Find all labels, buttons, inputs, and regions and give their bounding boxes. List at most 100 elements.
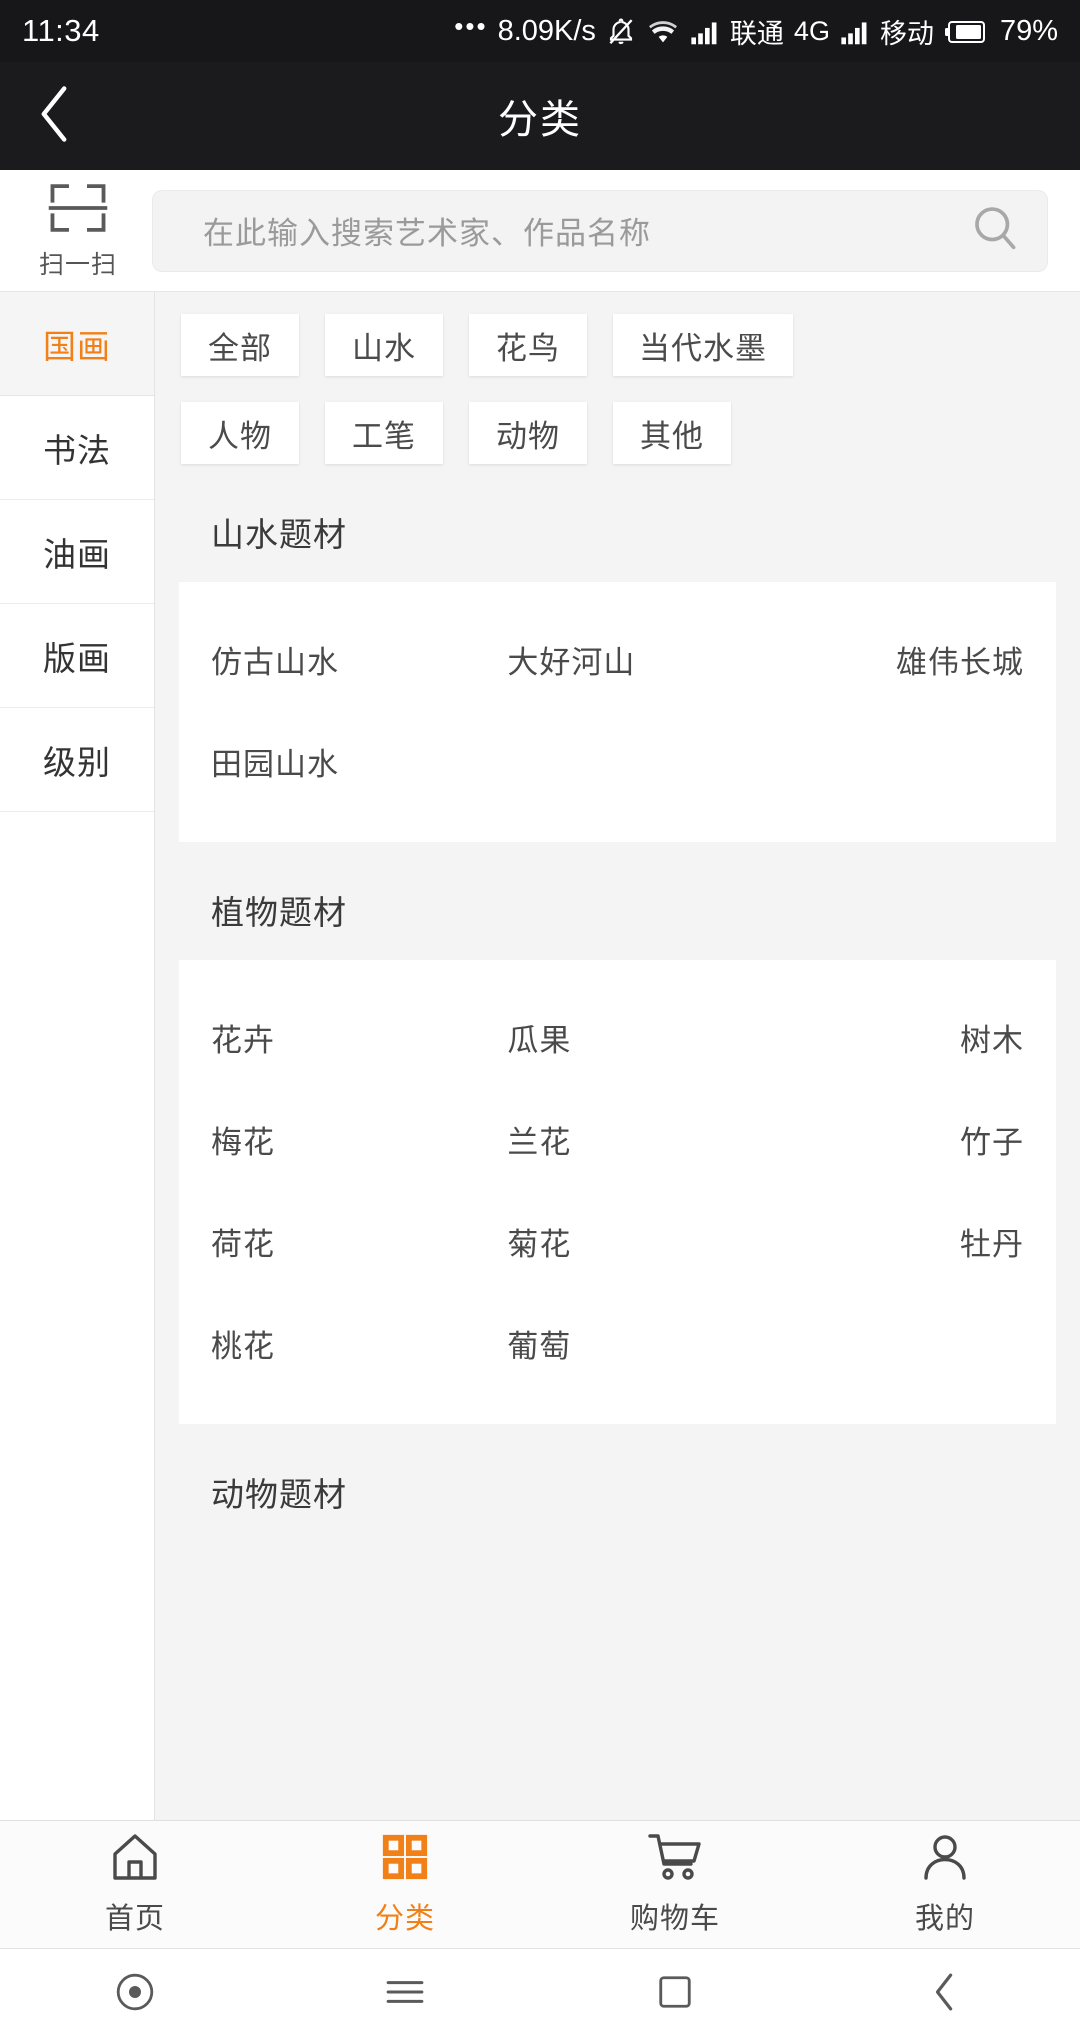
tab-label: 我的: [914, 1903, 975, 1935]
subcategory-item[interactable]: 雄伟长城: [764, 608, 1056, 710]
back-button-nav[interactable]: [810, 1971, 1080, 2018]
back-button[interactable]: [0, 62, 108, 170]
chip-label: 动物: [496, 418, 560, 454]
subcategory-item[interactable]: 兰花: [471, 1088, 763, 1190]
subcategory-item[interactable]: 梅花: [179, 1088, 471, 1190]
grid-icon: [379, 1832, 431, 1887]
section-title-shanshui: 山水题材: [211, 516, 347, 553]
search-placeholder: 在此输入搜索艺术家、作品名称: [203, 216, 651, 251]
filter-chip-dangdaishuimo[interactable]: 当代水墨: [613, 314, 793, 376]
filter-chip-row-1: 全部 山水 花鸟 当代水墨: [155, 292, 1080, 376]
search-row: 扫一扫 在此输入搜索艺术家、作品名称: [0, 170, 1080, 291]
carrier-2-label: 移动: [879, 18, 934, 49]
sidebar-item-guohua[interactable]: 国画: [0, 292, 154, 396]
back-chevron-icon: [930, 1971, 960, 2018]
subcategory-item[interactable]: 花卉: [179, 986, 471, 1088]
status-time: 11:34: [22, 13, 100, 48]
tab-label: 分类: [374, 1903, 435, 1935]
filter-chip-huaniao[interactable]: 花鸟: [469, 314, 587, 376]
cart-icon: [647, 1832, 703, 1887]
android-nav-bar: [0, 1948, 1080, 2040]
magnifier-icon[interactable]: [969, 202, 1021, 259]
sidebar-item-label: 版画: [43, 639, 111, 677]
section-title-zhiwu: 植物题材: [211, 894, 347, 931]
sidebar-item-label: 级别: [43, 743, 111, 781]
category-sidebar: 国画 书法 油画 版画 级别: [0, 292, 155, 1820]
bottom-tab-bar: 首页 分类 购物车 我的: [0, 1820, 1080, 1948]
subcategory-item[interactable]: 葡萄: [471, 1292, 763, 1394]
filter-chip-quanbu[interactable]: 全部: [181, 314, 299, 376]
tab-category[interactable]: 分类: [270, 1821, 540, 1948]
body: 国画 书法 油画 版画 级别 全部 山水 花鸟 当代水墨 人物 工笔 动物 其他…: [0, 291, 1080, 1820]
subcategory-item[interactable]: 牡丹: [764, 1190, 1056, 1292]
signal-bars-icon-1: [690, 14, 720, 48]
chip-label: 当代水墨: [639, 330, 767, 366]
tab-cart[interactable]: 购物车: [540, 1821, 810, 1948]
filter-chip-gongbi[interactable]: 工笔: [325, 402, 443, 464]
chip-label: 全部: [208, 330, 272, 366]
subcategory-item[interactable]: 竹子: [764, 1088, 1056, 1190]
tab-label: 首页: [104, 1903, 165, 1935]
tab-home[interactable]: 首页: [0, 1821, 270, 1948]
signal-bars-icon-2: [840, 14, 870, 48]
subcategory-item[interactable]: 树木: [764, 986, 1056, 1088]
page-title: 分类: [498, 98, 582, 142]
chip-label: 人物: [208, 418, 272, 454]
network-type-label: 4G: [793, 15, 830, 46]
home-icon: [109, 1832, 161, 1887]
tab-profile[interactable]: 我的: [810, 1821, 1080, 1948]
subcategory-item[interactable]: 大好河山: [471, 608, 763, 710]
search-input[interactable]: 在此输入搜索艺术家、作品名称: [152, 189, 1048, 272]
chip-label: 花鸟: [496, 330, 560, 366]
filter-chip-qita[interactable]: 其他: [613, 402, 731, 464]
subcategory-grid: 仿古山水 大好河山 雄伟长城 田园山水: [179, 608, 1056, 812]
section-card-shanshui: 仿古山水 大好河山 雄伟长城 田园山水: [179, 582, 1056, 842]
app-screen: 11:34 ••• 8.09K/s 联通 4G 移动 79% 分类 扫一扫 在此…: [0, 0, 1080, 2040]
chevron-left-icon: [37, 85, 71, 148]
assistant-button[interactable]: [0, 1972, 270, 2017]
sidebar-item-label: 油画: [43, 535, 111, 573]
section-card-zhiwu: 花卉 瓜果 树木 梅花 兰花 竹子 荷花 菊花 牡丹 桃花 葡萄: [179, 960, 1056, 1424]
tab-label: 购物车: [629, 1903, 720, 1935]
chip-label: 工笔: [352, 418, 416, 454]
square-icon: [656, 1973, 694, 2016]
scan-label: 扫一扫: [38, 251, 117, 279]
bell-muted-icon: [606, 14, 636, 48]
subcategory-item[interactable]: 瓜果: [471, 986, 763, 1088]
filter-chip-row-2: 人物 工笔 动物 其他: [155, 376, 1080, 464]
network-speed-text: 8.09K/s: [497, 14, 596, 47]
chip-label: 山水: [352, 330, 416, 366]
circle-dot-icon: [115, 1972, 155, 2017]
filter-chip-renwu[interactable]: 人物: [181, 402, 299, 464]
sidebar-item-youhua[interactable]: 油画: [0, 500, 154, 604]
sidebar-item-label: 书法: [43, 431, 111, 469]
status-bar: 11:34 ••• 8.09K/s 联通 4G 移动 79%: [0, 0, 1080, 62]
sidebar-item-label: 国画: [43, 327, 111, 365]
category-content: 全部 山水 花鸟 当代水墨 人物 工笔 动物 其他 山水题材 仿古山水 大好河山…: [155, 292, 1080, 1820]
sidebar-item-banhua[interactable]: 版画: [0, 604, 154, 708]
sidebar-item-shufa[interactable]: 书法: [0, 396, 154, 500]
filter-chip-dongwu[interactable]: 动物: [469, 402, 587, 464]
scan-button[interactable]: 扫一扫: [14, 180, 142, 281]
battery-icon: [944, 14, 988, 48]
filter-chip-shanshui[interactable]: 山水: [325, 314, 443, 376]
sidebar-item-jibie[interactable]: 级别: [0, 708, 154, 812]
subcategory-item[interactable]: 桃花: [179, 1292, 471, 1394]
section-title-dongwu: 动物题材: [211, 1476, 347, 1513]
status-icons: ••• 8.09K/s 联通 4G 移动 79%: [454, 10, 1058, 51]
subcategory-item[interactable]: 田园山水: [179, 710, 471, 812]
subcategory-grid: 花卉 瓜果 树木 梅花 兰花 竹子 荷花 菊花 牡丹 桃花 葡萄: [179, 986, 1056, 1394]
chip-label: 其他: [640, 418, 704, 454]
wifi-icon: [646, 14, 680, 48]
subcategory-item[interactable]: 荷花: [179, 1190, 471, 1292]
title-bar: 分类: [0, 62, 1080, 170]
person-icon: [920, 1832, 970, 1887]
menu-icon: [384, 1977, 426, 2012]
battery-percent-label: 79%: [999, 14, 1058, 47]
home-button[interactable]: [540, 1973, 810, 2016]
subcategory-item[interactable]: 仿古山水: [179, 608, 471, 710]
recents-button[interactable]: [270, 1977, 540, 2012]
scan-icon: [47, 180, 109, 241]
subcategory-item[interactable]: 菊花: [471, 1190, 763, 1292]
more-dots-icon: •••: [454, 10, 488, 41]
